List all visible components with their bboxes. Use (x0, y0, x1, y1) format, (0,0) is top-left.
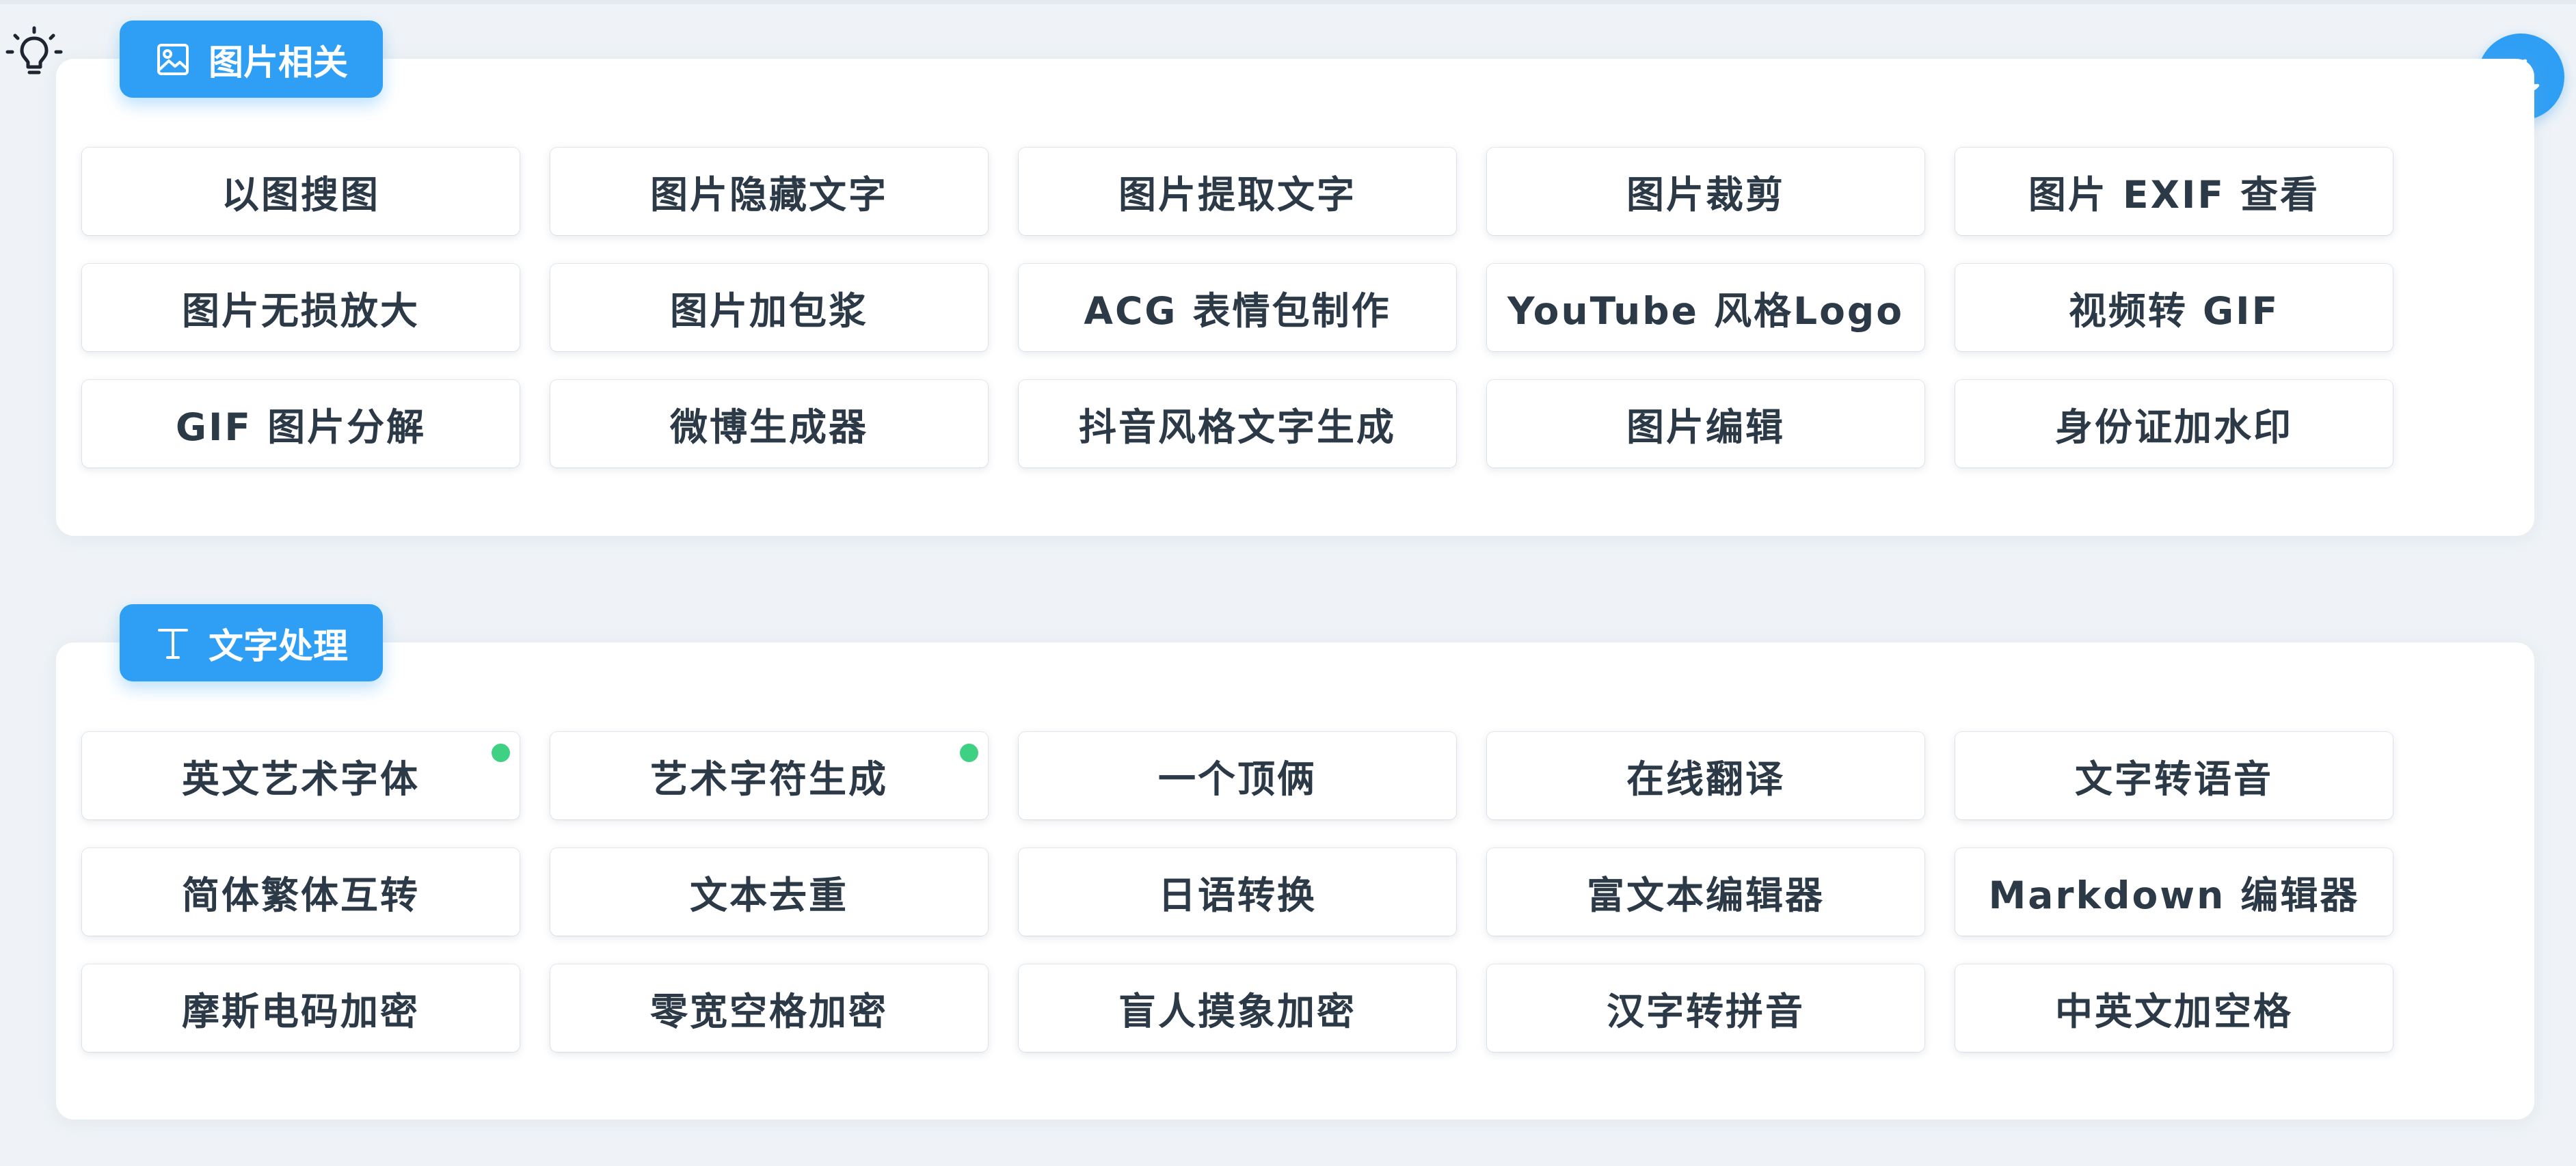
tool-label: 中英文加空格 (2054, 990, 2293, 1033)
tool-button[interactable]: 图片 EXIF 查看 (1955, 148, 2393, 235)
tool-button[interactable]: 以图搜图 (82, 148, 520, 235)
tool-label: 图片隐藏文字 (649, 173, 888, 217)
tool-button[interactable]: 汉字转拼音 (1487, 964, 1924, 1052)
tool-label: 图片无损放大 (181, 289, 420, 333)
tool-button[interactable]: 视频转 GIF (1955, 264, 2393, 351)
tool-label: Markdown 编辑器 (1988, 873, 2360, 917)
tool-button[interactable]: 图片编辑 (1487, 380, 1924, 467)
lightbulb-icon[interactable] (5, 26, 63, 83)
tool-label: 身份证加水印 (2054, 405, 2293, 449)
tool-label: GIF 图片分解 (175, 405, 427, 449)
tool-label: 艺术字符生成 (649, 757, 888, 801)
top-edge-divider (0, 0, 2576, 4)
tool-grid-text: 英文艺术字体 艺术字符生成 一个顶俩 在线翻译 文字转语音 简体繁体互转 文本去… (82, 732, 2495, 1052)
tool-label: 图片加包浆 (669, 289, 868, 333)
tool-button[interactable]: 文本去重 (550, 848, 988, 936)
tool-button[interactable]: 图片隐藏文字 (550, 148, 988, 235)
tool-label: 微博生成器 (669, 405, 868, 449)
tool-button[interactable]: 艺术字符生成 (550, 732, 988, 819)
tool-label: ACG 表情包制作 (1084, 289, 1391, 333)
tool-label: 以图搜图 (221, 173, 380, 217)
tool-button[interactable]: 零宽空格加密 (550, 964, 988, 1052)
tool-label: 文字转语音 (2074, 757, 2273, 801)
tool-button[interactable]: 简体繁体互转 (82, 848, 520, 936)
new-indicator-dot (960, 744, 978, 762)
tool-button[interactable]: 盲人摸象加密 (1019, 964, 1456, 1052)
tool-button[interactable]: GIF 图片分解 (82, 380, 520, 467)
tool-button[interactable]: 图片无损放大 (82, 264, 520, 351)
tool-button[interactable]: ACG 表情包制作 (1019, 264, 1456, 351)
tool-button[interactable]: YouTube 风格Logo (1487, 264, 1924, 351)
tool-button[interactable]: 日语转换 (1019, 848, 1456, 936)
tool-button[interactable]: 身份证加水印 (1955, 380, 2393, 467)
tool-label: 抖音风格文字生成 (1078, 405, 1396, 449)
tool-label: 图片提取文字 (1118, 173, 1356, 217)
tool-label: 文本去重 (689, 873, 848, 917)
tool-label: 简体繁体互转 (181, 873, 420, 917)
tool-label: 图片 EXIF 查看 (2028, 173, 2320, 217)
section-title-text-tools: 文字处理 (120, 604, 383, 681)
tool-button[interactable]: 微博生成器 (550, 380, 988, 467)
tool-label: 零宽空格加密 (649, 990, 888, 1033)
tool-button[interactable]: 富文本编辑器 (1487, 848, 1924, 936)
tool-label: 盲人摸象加密 (1118, 990, 1356, 1033)
tool-label: 视频转 GIF (2068, 289, 2280, 333)
tool-label: 富文本编辑器 (1586, 873, 1825, 917)
section-title-label: 图片相关 (209, 42, 349, 83)
text-icon (155, 625, 191, 661)
tool-label: 图片裁剪 (1626, 173, 1785, 217)
section-title-label: 文字处理 (209, 626, 349, 667)
tool-button[interactable]: 一个顶俩 (1019, 732, 1456, 819)
tool-button[interactable]: 英文艺术字体 (82, 732, 520, 819)
tool-button[interactable]: 在线翻译 (1487, 732, 1924, 819)
tool-button[interactable]: 文字转语音 (1955, 732, 2393, 819)
tool-label: 摩斯电码加密 (181, 990, 420, 1033)
tool-button[interactable]: Markdown 编辑器 (1955, 848, 2393, 936)
tool-button[interactable]: 摩斯电码加密 (82, 964, 520, 1052)
tool-label: 英文艺术字体 (181, 757, 420, 801)
image-icon (155, 42, 191, 77)
tool-button[interactable]: 抖音风格文字生成 (1019, 380, 1456, 467)
tool-button[interactable]: 图片裁剪 (1487, 148, 1924, 235)
tool-label: 图片编辑 (1626, 405, 1785, 449)
tool-label: 日语转换 (1157, 873, 1317, 917)
tool-label: 汉字转拼音 (1606, 990, 1805, 1033)
tool-label: YouTube 风格Logo (1507, 289, 1905, 333)
new-indicator-dot (492, 744, 510, 762)
tool-label: 在线翻译 (1626, 757, 1785, 801)
tool-button[interactable]: 图片加包浆 (550, 264, 988, 351)
tool-grid-image: 以图搜图 图片隐藏文字 图片提取文字 图片裁剪 图片 EXIF 查看 图片无损放… (82, 148, 2495, 467)
section-title-image-tools: 图片相关 (120, 21, 383, 98)
tool-label: 一个顶俩 (1157, 757, 1317, 801)
tool-button[interactable]: 中英文加空格 (1955, 964, 2393, 1052)
tool-button[interactable]: 图片提取文字 (1019, 148, 1456, 235)
